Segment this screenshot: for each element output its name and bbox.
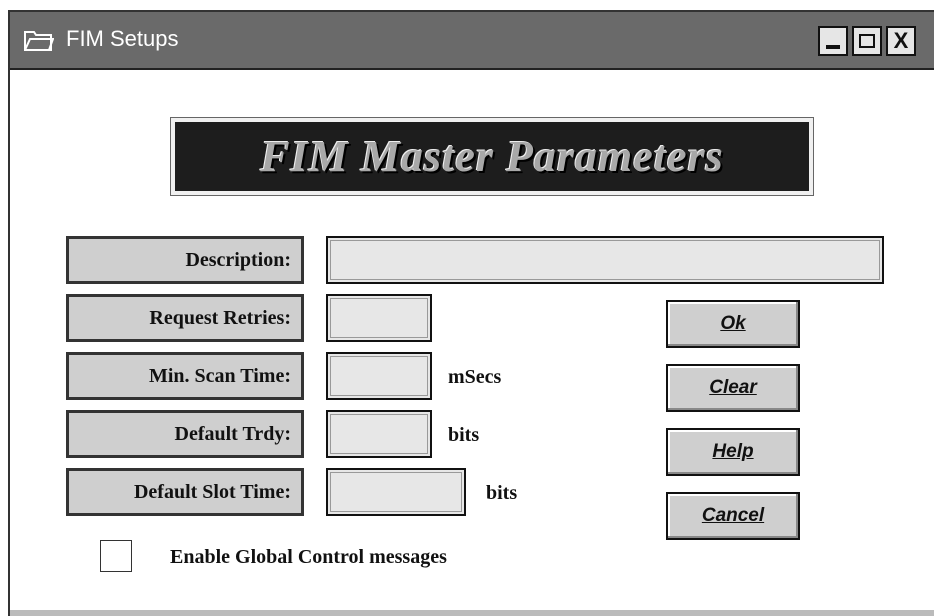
close-icon: X <box>893 28 909 53</box>
maximize-button[interactable] <box>852 26 882 56</box>
banner: FIM Master Parameters <box>175 122 809 191</box>
maximize-icon <box>859 34 875 48</box>
min-scan-time-label: Min. Scan Time: <box>66 352 304 400</box>
default-trdy-label: Default Trdy: <box>66 410 304 458</box>
clear-button[interactable]: Clear <box>666 364 800 412</box>
request-retries-input[interactable] <box>326 294 432 342</box>
request-retries-label: Request Retries: <box>66 294 304 342</box>
close-button[interactable]: X <box>886 26 916 56</box>
title-bar[interactable]: FIM Setups X <box>10 12 934 70</box>
fim-setups-window: FIM Setups X FIM Master Parameters Descr… <box>8 10 934 616</box>
minimize-button[interactable] <box>818 26 848 56</box>
minimize-icon <box>826 45 840 49</box>
banner-title: FIM Master Parameters <box>260 132 724 181</box>
dialog-body: FIM Master Parameters Description: Reque… <box>10 70 934 616</box>
default-slot-time-input[interactable] <box>326 468 466 516</box>
banner-frame: FIM Master Parameters <box>170 117 814 196</box>
window-title: FIM Setups <box>66 26 179 51</box>
default-trdy-input[interactable] <box>326 410 432 458</box>
help-button[interactable]: Help <box>666 428 800 476</box>
description-input[interactable] <box>326 236 884 284</box>
default-slot-time-label: Default Slot Time: <box>66 468 304 516</box>
global-control-checkbox[interactable] <box>100 540 132 572</box>
cancel-button[interactable]: Cancel <box>666 492 800 540</box>
min-scan-time-unit: mSecs <box>448 366 502 388</box>
folder-icon <box>24 31 54 51</box>
ok-button[interactable]: Ok <box>666 300 800 348</box>
min-scan-time-input[interactable] <box>326 352 432 400</box>
description-label: Description: <box>66 236 304 284</box>
global-control-label: Enable Global Control messages <box>170 546 447 568</box>
default-trdy-unit: bits <box>448 424 480 446</box>
default-slot-time-unit: bits <box>486 482 518 504</box>
